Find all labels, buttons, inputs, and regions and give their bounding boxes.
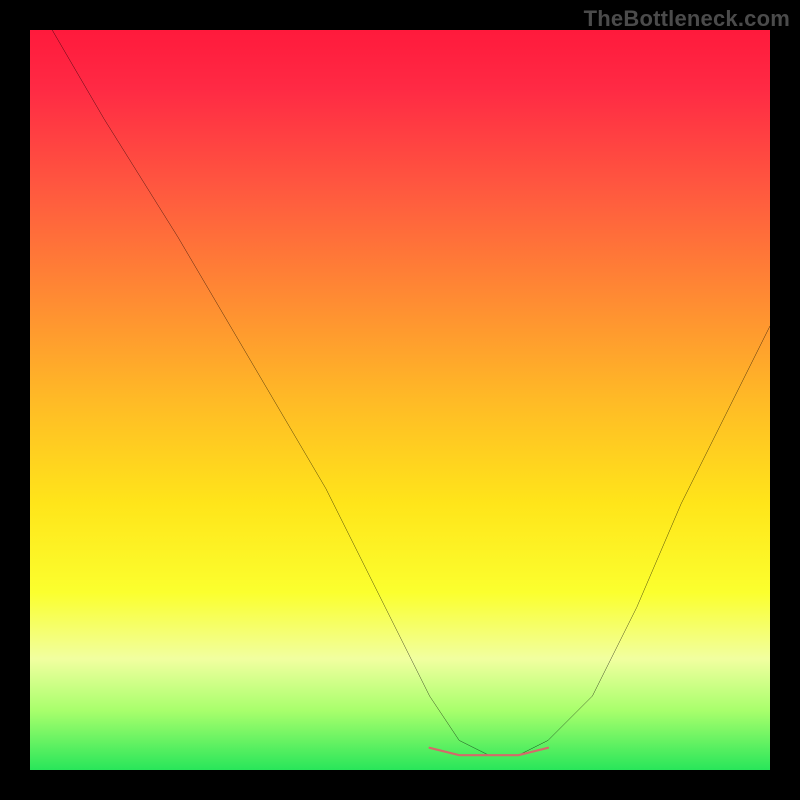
plot-area (30, 30, 770, 770)
chart-stage: TheBottleneck.com (0, 0, 800, 800)
watermark-text: TheBottleneck.com (584, 6, 790, 32)
bottleneck-curve (52, 30, 770, 755)
optimal-band (430, 748, 548, 755)
curve-overlay (30, 30, 770, 770)
